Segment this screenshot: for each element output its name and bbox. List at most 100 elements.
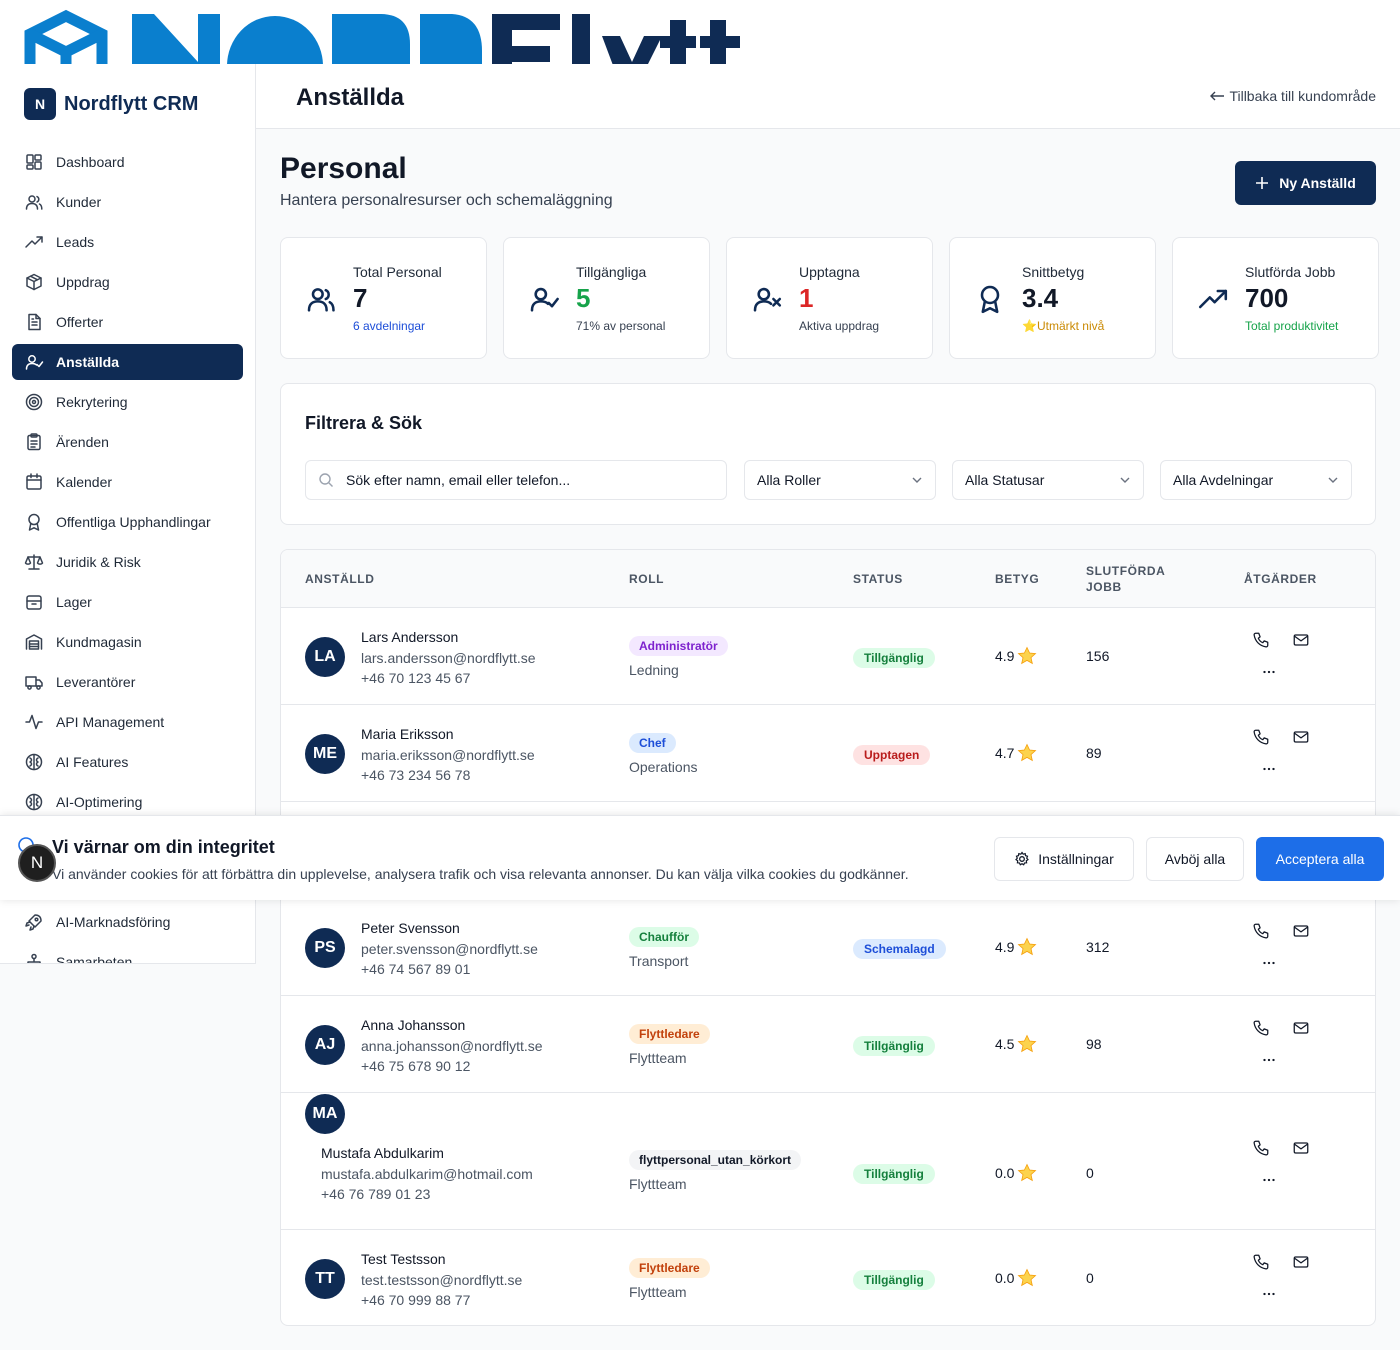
role-badge: Chaufför (629, 926, 699, 947)
employee-email: maria.eriksson@nordflytt.se (361, 746, 535, 763)
rating-value: 0.0 (995, 1165, 1015, 1181)
sidebar-item-api-management[interactable]: API Management (12, 704, 243, 740)
sidebar-item-leads[interactable]: Leads (12, 224, 243, 260)
more-icon[interactable] (1260, 1051, 1278, 1069)
user-check-icon (528, 283, 560, 315)
sidebar-item-lager[interactable]: Lager (12, 584, 243, 620)
status-badge: Tillgänglig (853, 1269, 935, 1290)
plus-icon (1255, 176, 1269, 190)
sidebar-item-label: Anställda (56, 354, 120, 370)
role-select[interactable]: Alla Roller (744, 460, 936, 500)
table-row[interactable]: LA Lars Andersson lars.andersson@nordflytt… (281, 608, 1375, 705)
stat-card: Tillgängliga 5 71% av personal (503, 237, 710, 359)
phone-icon[interactable] (1252, 922, 1270, 940)
more-icon[interactable] (1260, 954, 1278, 972)
package-icon (24, 272, 44, 292)
mail-icon[interactable] (1292, 728, 1310, 746)
sidebar-item-kundmagasin[interactable]: Kundmagasin (12, 624, 243, 660)
sidebar-item-uppdrag[interactable]: Uppdrag (12, 264, 243, 300)
star-icon (1017, 1163, 1037, 1183)
cookie-accept-button[interactable]: Acceptera alla (1256, 837, 1384, 881)
role-badge: flyttpersonal_utan_körkort (629, 1150, 802, 1170)
phone-icon[interactable] (1252, 1253, 1270, 1271)
page-subtitle: Hantera personalresurser och schemaläggn… (280, 192, 613, 209)
rocket-icon (24, 912, 44, 932)
table-row[interactable]: TT Test Testsson test.testsson@nordflytt.s… (281, 1230, 1375, 1325)
th-role[interactable]: ROLL (629, 572, 664, 586)
sidebar-item-label: Juridik & Risk (56, 554, 141, 570)
sidebar-item-ai-features[interactable]: AI Features (12, 744, 243, 780)
assistant-bubble[interactable]: N (18, 844, 56, 882)
department: Transport (629, 952, 689, 969)
th-employee[interactable]: ANSTÄLLD (305, 572, 374, 586)
th-rating[interactable]: BETYG (995, 572, 1039, 586)
rating: 4.7 (995, 743, 1037, 763)
star-icon (1017, 1034, 1037, 1054)
phone-icon[interactable] (1252, 728, 1270, 746)
sidebar-item-samarbeten[interactable]: Samarbeten (12, 944, 243, 963)
sidebar-item-offerter[interactable]: Offerter (12, 304, 243, 340)
th-jobs[interactable]: SLUTFÖRDA (1086, 564, 1165, 578)
brand-name: Nordflytt CRM (64, 92, 199, 115)
sidebar-item-label: Rekrytering (56, 394, 128, 410)
calendar-icon (24, 472, 44, 492)
sidebar-item-anställda[interactable]: Anställda (12, 344, 243, 380)
sidebar-item-kalender[interactable]: Kalender (12, 464, 243, 500)
mail-icon[interactable] (1292, 1019, 1310, 1037)
phone-icon[interactable] (1252, 631, 1270, 649)
more-icon[interactable] (1260, 1285, 1278, 1303)
new-employee-button[interactable]: Ny Anställd (1235, 161, 1376, 205)
rating: 4.9 (995, 646, 1037, 666)
rating-value: 4.9 (995, 647, 1015, 664)
more-icon[interactable] (1260, 663, 1278, 681)
cookie-settings-label: Inställningar (1038, 851, 1114, 867)
back-link[interactable]: Tillbaka till kundområde (1209, 88, 1376, 104)
table-row[interactable]: AJ Anna Johansson anna.johansson@nordflytt… (281, 996, 1375, 1093)
role-select-value: Alla Roller (757, 472, 821, 488)
stat-label: Total Personal (353, 264, 442, 280)
th-status[interactable]: STATUS (853, 572, 903, 586)
department-select[interactable]: Alla Avdelningar (1160, 460, 1352, 500)
phone-icon[interactable] (1252, 1139, 1270, 1157)
more-icon[interactable] (1260, 760, 1278, 778)
employee-name: Maria Eriksson (361, 725, 454, 742)
more-icon[interactable] (1260, 1171, 1278, 1189)
dashboard-icon (24, 152, 44, 172)
table-row[interactable]: MA Mustafa Abdulkarim mustafa.abdulkarim@h… (281, 1093, 1375, 1230)
stat-value: 700 (1245, 283, 1289, 313)
sidebar-item-offentliga-upphandlingar[interactable]: Offentliga Upphandlingar (12, 504, 243, 540)
sidebar-nav-lower: AI-Marknadsföring Samarbeten (12, 904, 243, 963)
mail-icon[interactable] (1292, 1253, 1310, 1271)
status-select[interactable]: Alla Statusar (952, 460, 1144, 500)
brand-logo-icon: N (24, 88, 56, 120)
status-badge: Schemalagd (853, 938, 946, 959)
archive-icon (24, 592, 44, 612)
th-jobs-2: JOBB (1086, 580, 1122, 594)
sidebar-item-juridik-risk[interactable]: Juridik & Risk (12, 544, 243, 580)
table-row[interactable]: ME Maria Eriksson maria.eriksson@nordflytt… (281, 705, 1375, 802)
stat-card: Snittbetyg 3.4 ⭐Utmärkt nivå (949, 237, 1156, 359)
cookie-settings-button[interactable]: Inställningar (994, 837, 1134, 881)
phone-icon[interactable] (1252, 1019, 1270, 1037)
sidebar-item-rekrytering[interactable]: Rekrytering (12, 384, 243, 420)
stat-footnote: Aktiva uppdrag (799, 319, 880, 333)
sidebar-item-label: Kalender (56, 474, 113, 490)
cookie-reject-button[interactable]: Avböj alla (1146, 837, 1244, 881)
search-input[interactable]: Sök efter namn, email eller telefon... (305, 460, 727, 500)
sidebar-item-ärenden[interactable]: Ärenden (12, 424, 243, 460)
mail-icon[interactable] (1292, 922, 1310, 940)
mail-icon[interactable] (1292, 1139, 1310, 1157)
sidebar-item-ai-marknadsföring[interactable]: AI-Marknadsföring (12, 904, 243, 940)
sidebar-item-leverantörer[interactable]: Leverantörer (12, 664, 243, 700)
table-row[interactable]: PS Peter Svensson peter.svensson@nordflytt… (281, 899, 1375, 996)
completed-jobs: 156 (1086, 647, 1110, 664)
nordflytt-logo-icon (24, 9, 740, 64)
sidebar-item-label: AI Features (56, 754, 129, 770)
sidebar-item-kunder[interactable]: Kunder (12, 184, 243, 220)
brand[interactable]: N Nordflytt CRM (24, 88, 198, 120)
sidebar-item-dashboard[interactable]: Dashboard (12, 144, 243, 180)
department: Flyttteam (629, 1049, 687, 1066)
mail-icon[interactable] (1292, 631, 1310, 649)
rating-value: 4.9 (995, 938, 1015, 955)
stat-value: 3.4 (1022, 283, 1059, 313)
